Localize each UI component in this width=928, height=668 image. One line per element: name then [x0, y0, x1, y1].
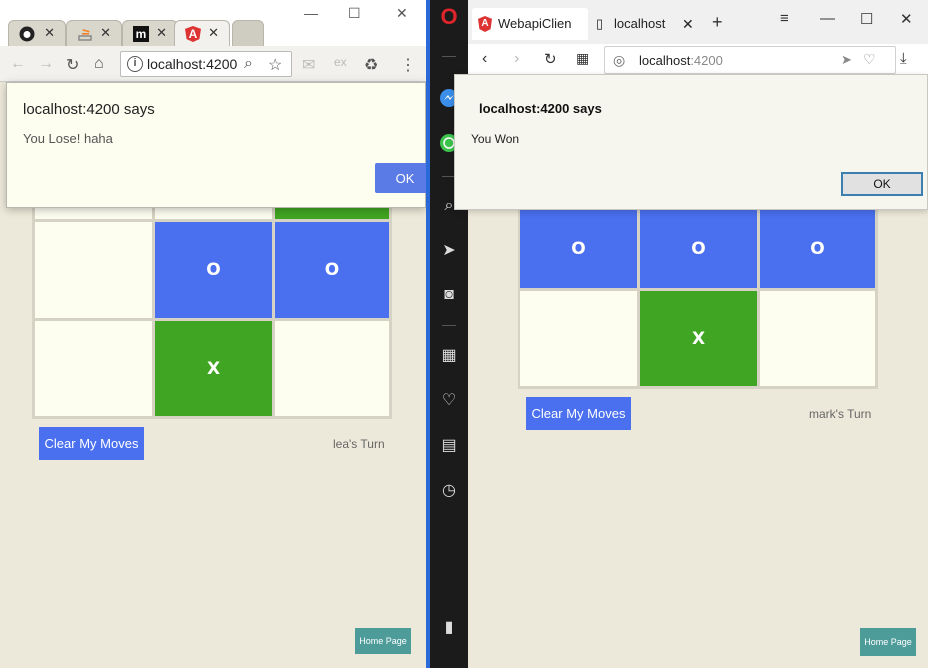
- speed-dial-icon[interactable]: ▦: [576, 50, 589, 67]
- zoom-icon[interactable]: ⌕: [244, 55, 253, 73]
- alert-title: localhost:4200 says: [23, 101, 155, 118]
- url-text: localhost:4200: [147, 56, 238, 72]
- send-icon[interactable]: ➤: [438, 240, 460, 262]
- m-logo-icon: m: [133, 26, 149, 42]
- opera-logo-icon[interactable]: O: [438, 6, 460, 28]
- close-window-icon[interactable]: ✕: [396, 5, 408, 22]
- board-cell[interactable]: O: [640, 210, 757, 288]
- history-icon[interactable]: ◷: [438, 480, 460, 502]
- tab-label: localhost: [614, 16, 666, 31]
- home-page-button[interactable]: Home Page: [860, 628, 916, 656]
- chrome-toolbar: ← → ↻ ⌂ i localhost:4200 ⌕ ☆ ✉ ex ♻ ⋮: [0, 46, 426, 82]
- speed-dial-icon[interactable]: ▦: [438, 345, 460, 367]
- tab-webapiclient[interactable]: A WebapiClien: [472, 8, 588, 40]
- tab-angular[interactable]: A ✕: [174, 20, 230, 46]
- chrome-tabstrip: ✕ ✕ m ✕ A ✕ — ☐ ✕: [0, 0, 426, 46]
- chrome-window: ✕ ✕ m ✕ A ✕ — ☐ ✕ ← → ↻ ⌂ i localhost:42…: [0, 0, 426, 668]
- opera-toolbar: ‹ › ↻ ▦ ◎ localhost:4200 ➤ ♡ ⤓: [468, 44, 928, 76]
- address-bar[interactable]: i localhost:4200: [120, 51, 292, 77]
- minimize-icon[interactable]: —: [820, 10, 835, 27]
- board-cell[interactable]: X: [640, 291, 757, 386]
- sidebar-toggle-icon[interactable]: ▮: [438, 617, 460, 639]
- board-cell[interactable]: O: [760, 210, 875, 288]
- camera-icon[interactable]: ◙: [438, 284, 460, 306]
- new-tab-button[interactable]: [232, 20, 264, 46]
- close-icon[interactable]: ✕: [156, 25, 167, 41]
- menu-icon[interactable]: ⋮: [400, 55, 416, 75]
- alert-message: You Lose! haha: [23, 131, 113, 146]
- back-icon[interactable]: ‹: [482, 50, 487, 68]
- page-icon: ▯: [596, 16, 604, 31]
- board-cell[interactable]: O: [520, 210, 637, 288]
- heart-icon[interactable]: ♡: [863, 51, 876, 68]
- tab-stackoverflow[interactable]: ✕: [66, 20, 122, 46]
- extension-ex-icon[interactable]: ex: [334, 55, 347, 69]
- clear-moves-button[interactable]: Clear My Moves: [39, 427, 144, 460]
- maximize-icon[interactable]: ☐: [860, 10, 873, 28]
- info-icon[interactable]: i: [127, 56, 143, 72]
- close-icon[interactable]: ✕: [100, 25, 111, 41]
- bookmark-star-icon[interactable]: ☆: [268, 55, 282, 75]
- stackoverflow-icon: [77, 26, 93, 42]
- board-cell[interactable]: O: [155, 222, 272, 318]
- recycle-icon[interactable]: ♻: [364, 55, 378, 75]
- forward-icon[interactable]: ›: [514, 50, 519, 68]
- board-cell[interactable]: [275, 321, 389, 416]
- heart-icon[interactable]: ♡: [438, 390, 460, 412]
- angular-icon: A: [478, 16, 492, 32]
- back-icon[interactable]: ←: [10, 55, 26, 73]
- home-icon[interactable]: ⌂: [94, 55, 104, 73]
- home-page-button[interactable]: Home Page: [355, 628, 411, 654]
- turn-indicator: lea's Turn: [333, 437, 385, 451]
- github-icon: [19, 26, 35, 42]
- close-icon[interactable]: ✕: [208, 25, 219, 41]
- board-cell[interactable]: [35, 222, 152, 318]
- news-icon[interactable]: ▤: [438, 435, 460, 457]
- send-icon[interactable]: ➤: [841, 52, 852, 68]
- extension-icon[interactable]: ✉: [302, 55, 315, 75]
- url-text: localhost:4200: [639, 53, 723, 68]
- globe-icon: ◎: [613, 52, 626, 68]
- tab-m[interactable]: m ✕: [122, 20, 178, 46]
- maximize-icon[interactable]: ☐: [348, 5, 361, 22]
- alert-dialog: localhost:4200 says You Won OK: [454, 74, 928, 210]
- board-cell[interactable]: [35, 321, 152, 416]
- opera-tabstrip: A WebapiClien ▯ localhost ✕ + ≡ — ☐ ✕: [468, 0, 928, 44]
- new-tab-icon[interactable]: +: [712, 12, 723, 33]
- turn-indicator: mark's Turn: [809, 407, 872, 421]
- reload-icon[interactable]: ↻: [66, 55, 79, 75]
- forward-icon[interactable]: →: [38, 55, 54, 73]
- close-icon[interactable]: ✕: [682, 16, 694, 33]
- alert-dialog: localhost:4200 says You Lose! haha OK: [6, 82, 426, 208]
- ok-button[interactable]: OK: [375, 163, 426, 193]
- reload-icon[interactable]: ↻: [544, 50, 557, 68]
- address-bar[interactable]: ◎ localhost:4200 ➤ ♡: [604, 46, 896, 74]
- clear-moves-button[interactable]: Clear My Moves: [526, 397, 631, 430]
- tab-localhost[interactable]: ▯ localhost ✕: [590, 8, 706, 40]
- minimize-icon[interactable]: —: [304, 5, 318, 21]
- alert-message: You Won: [471, 132, 520, 146]
- alert-title: localhost:4200 says: [479, 101, 602, 116]
- board-cell[interactable]: [760, 291, 875, 386]
- tab-menu-icon[interactable]: ≡: [780, 10, 789, 27]
- close-icon[interactable]: ✕: [44, 25, 55, 41]
- ok-button[interactable]: OK: [841, 172, 923, 196]
- close-window-icon[interactable]: ✕: [900, 10, 913, 28]
- board-cell[interactable]: [520, 291, 637, 386]
- angular-icon: A: [185, 26, 201, 42]
- board-cell[interactable]: X: [155, 321, 272, 416]
- board-cell[interactable]: O: [275, 222, 389, 318]
- download-icon[interactable]: ⤓: [900, 50, 907, 67]
- tab-github[interactable]: ✕: [8, 20, 66, 46]
- tab-label: WebapiClien: [498, 16, 572, 31]
